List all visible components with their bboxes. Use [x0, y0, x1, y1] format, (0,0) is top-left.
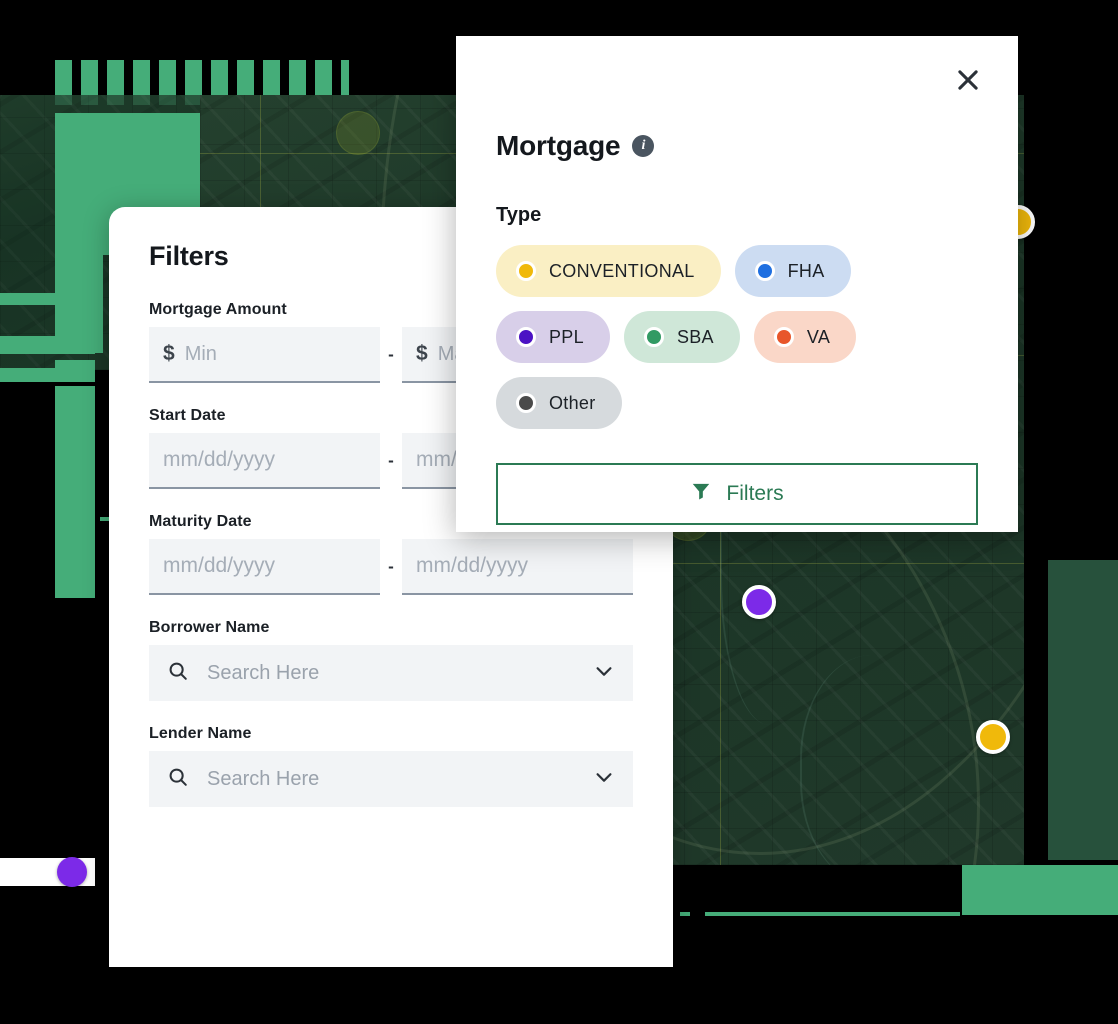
chip-label: Other: [549, 392, 596, 413]
mortgage-dialog: Mortgage i Type CONVENTIONAL FHA PPL SBA: [456, 36, 1018, 532]
mortgage-amount-min-input[interactable]: $ Min: [149, 327, 380, 383]
search-icon: [167, 660, 189, 687]
mortgage-type-chip-group: CONVENTIONAL FHA PPL SBA VA Other: [496, 245, 978, 429]
chip-va[interactable]: VA: [753, 311, 857, 363]
chip-label: FHA: [787, 260, 825, 281]
chip-label: PPL: [549, 326, 584, 347]
input-placeholder: mm/dd/yyyy: [163, 448, 276, 471]
map-pin-purple[interactable]: [742, 585, 776, 619]
chip-conventional[interactable]: CONVENTIONAL: [496, 245, 721, 297]
field-lender-name: Lender Name Search Here: [149, 725, 633, 807]
chip-label: CONVENTIONAL: [549, 260, 695, 281]
filters-button[interactable]: Filters: [496, 463, 978, 525]
field-label: Lender Name: [149, 725, 252, 742]
maturity-date-to-input[interactable]: mm/dd/yyyy: [402, 539, 633, 595]
input-placeholder: Search Here: [207, 767, 320, 790]
input-placeholder: mm/dd/yyyy: [163, 554, 276, 577]
range-separator: -: [388, 557, 394, 576]
mortgage-dialog-header: Mortgage i: [496, 36, 978, 162]
input-placeholder: Search Here: [207, 661, 320, 684]
dialog-title: Mortgage: [496, 130, 621, 161]
deco-rect-right-dark: [1048, 560, 1118, 860]
chip-fha[interactable]: FHA: [734, 245, 851, 297]
deco-rect-3: [0, 293, 103, 305]
screenshot-root: Sheffield 65 65 Filters: [0, 0, 1118, 1024]
input-placeholder: mm/dd/yyyy: [416, 554, 529, 577]
lender-name-input[interactable]: Search Here: [149, 751, 633, 807]
chip-sba[interactable]: SBA: [623, 311, 740, 363]
map-pin-yellow[interactable]: [976, 720, 1010, 754]
close-icon[interactable]: [948, 60, 988, 100]
range-separator: -: [388, 345, 394, 364]
chip-dot-icon: [516, 393, 536, 413]
type-section-label: Type: [496, 204, 542, 226]
search-icon: [167, 766, 189, 793]
map-pin-purple-strip[interactable]: [57, 857, 87, 887]
chip-other[interactable]: Other: [496, 377, 622, 429]
maturity-date-from-input[interactable]: mm/dd/yyyy: [149, 539, 380, 595]
chip-dot-icon: [754, 261, 775, 281]
chip-dot-icon: [643, 327, 664, 347]
page-title: Filters: [149, 240, 229, 271]
deco-tick-bottom: [705, 912, 960, 916]
chip-dot-icon: [516, 261, 536, 281]
field-label: Borrower Name: [149, 619, 270, 636]
currency-prefix: $: [416, 342, 428, 365]
deco-rect-7: [0, 368, 95, 382]
chevron-down-icon[interactable]: [593, 766, 615, 793]
chevron-down-icon[interactable]: [593, 660, 615, 687]
deco-tick-bottom-left: [680, 912, 690, 916]
start-date-from-input[interactable]: mm/dd/yyyy: [149, 433, 380, 489]
chip-dot-icon: [773, 327, 794, 347]
range-separator: -: [388, 451, 394, 470]
borrower-name-input[interactable]: Search Here: [149, 645, 633, 701]
deco-rect-5: [0, 336, 95, 354]
chip-ppl[interactable]: PPL: [496, 311, 610, 363]
chip-dot-icon: [516, 327, 536, 347]
field-borrower-name: Borrower Name Search Here: [149, 619, 633, 701]
deco-rect-4: [55, 298, 61, 338]
currency-prefix: $: [163, 342, 175, 365]
deco-rect-8: [55, 386, 95, 598]
filters-button-label: Filters: [726, 482, 784, 505]
funnel-icon: [690, 480, 712, 508]
deco-rect-bottom-right: [962, 865, 1118, 915]
chip-label: SBA: [676, 326, 714, 347]
chip-label: VA: [806, 326, 831, 347]
input-placeholder: Min: [184, 342, 217, 365]
info-icon[interactable]: i: [632, 135, 655, 157]
